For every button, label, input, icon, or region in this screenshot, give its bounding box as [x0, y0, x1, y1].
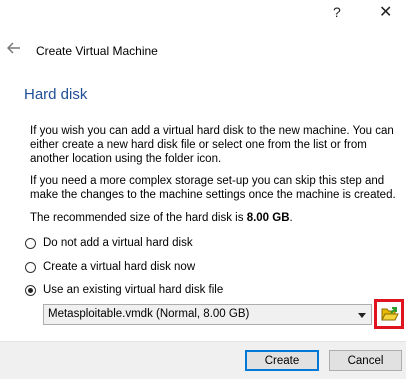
disk-file-value: Metasploitable.vmdk (Normal, 8.00 GB)	[48, 308, 250, 320]
radio-button[interactable]	[25, 237, 36, 249]
close-button[interactable]: ✕	[379, 2, 392, 22]
back-arrow-icon[interactable]	[6, 42, 21, 54]
advanced-paragraph: If you need a more complex storage set-u…	[30, 175, 396, 201]
chevron-down-icon[interactable]	[358, 313, 366, 318]
recommended-size-value: 8.00 GB	[246, 212, 290, 224]
folder-open-icon	[381, 307, 399, 321]
dialog-title: Create Virtual Machine	[36, 44, 158, 58]
choose-disk-file-button[interactable]	[374, 299, 404, 329]
wizard-header: Create Virtual Machine	[0, 38, 406, 64]
radio-button-checked[interactable]	[25, 284, 36, 296]
radio-button[interactable]	[25, 261, 36, 273]
button-bar: Create Cancel	[0, 341, 406, 379]
create-button[interactable]: Create	[245, 350, 319, 371]
disk-file-select[interactable]: Metasploitable.vmdk (Normal, 8.00 GB)	[43, 304, 372, 325]
cancel-button[interactable]: Cancel	[329, 350, 402, 371]
recommended-suffix: .	[289, 212, 293, 224]
recommended-size-text: The recommended size of the hard disk is…	[30, 211, 402, 225]
intro-paragraph: If you wish you can add a virtual hard d…	[30, 125, 394, 165]
title-bar: ? ✕	[0, 0, 406, 28]
radio-existing-disk[interactable]: Use an existing virtual hard disk file	[25, 282, 223, 298]
radio-label: Create a virtual hard disk now	[43, 261, 196, 273]
help-button[interactable]: ?	[333, 4, 341, 20]
recommended-prefix: The recommended size of the hard disk is	[30, 212, 247, 224]
radio-create-disk[interactable]: Create a virtual hard disk now	[25, 259, 195, 275]
radio-no-disk[interactable]: Do not add a virtual hard disk	[25, 235, 193, 251]
radio-label: Use an existing virtual hard disk file	[43, 284, 224, 296]
radio-label: Do not add a virtual hard disk	[43, 237, 193, 249]
page-title: Hard disk	[24, 86, 88, 103]
